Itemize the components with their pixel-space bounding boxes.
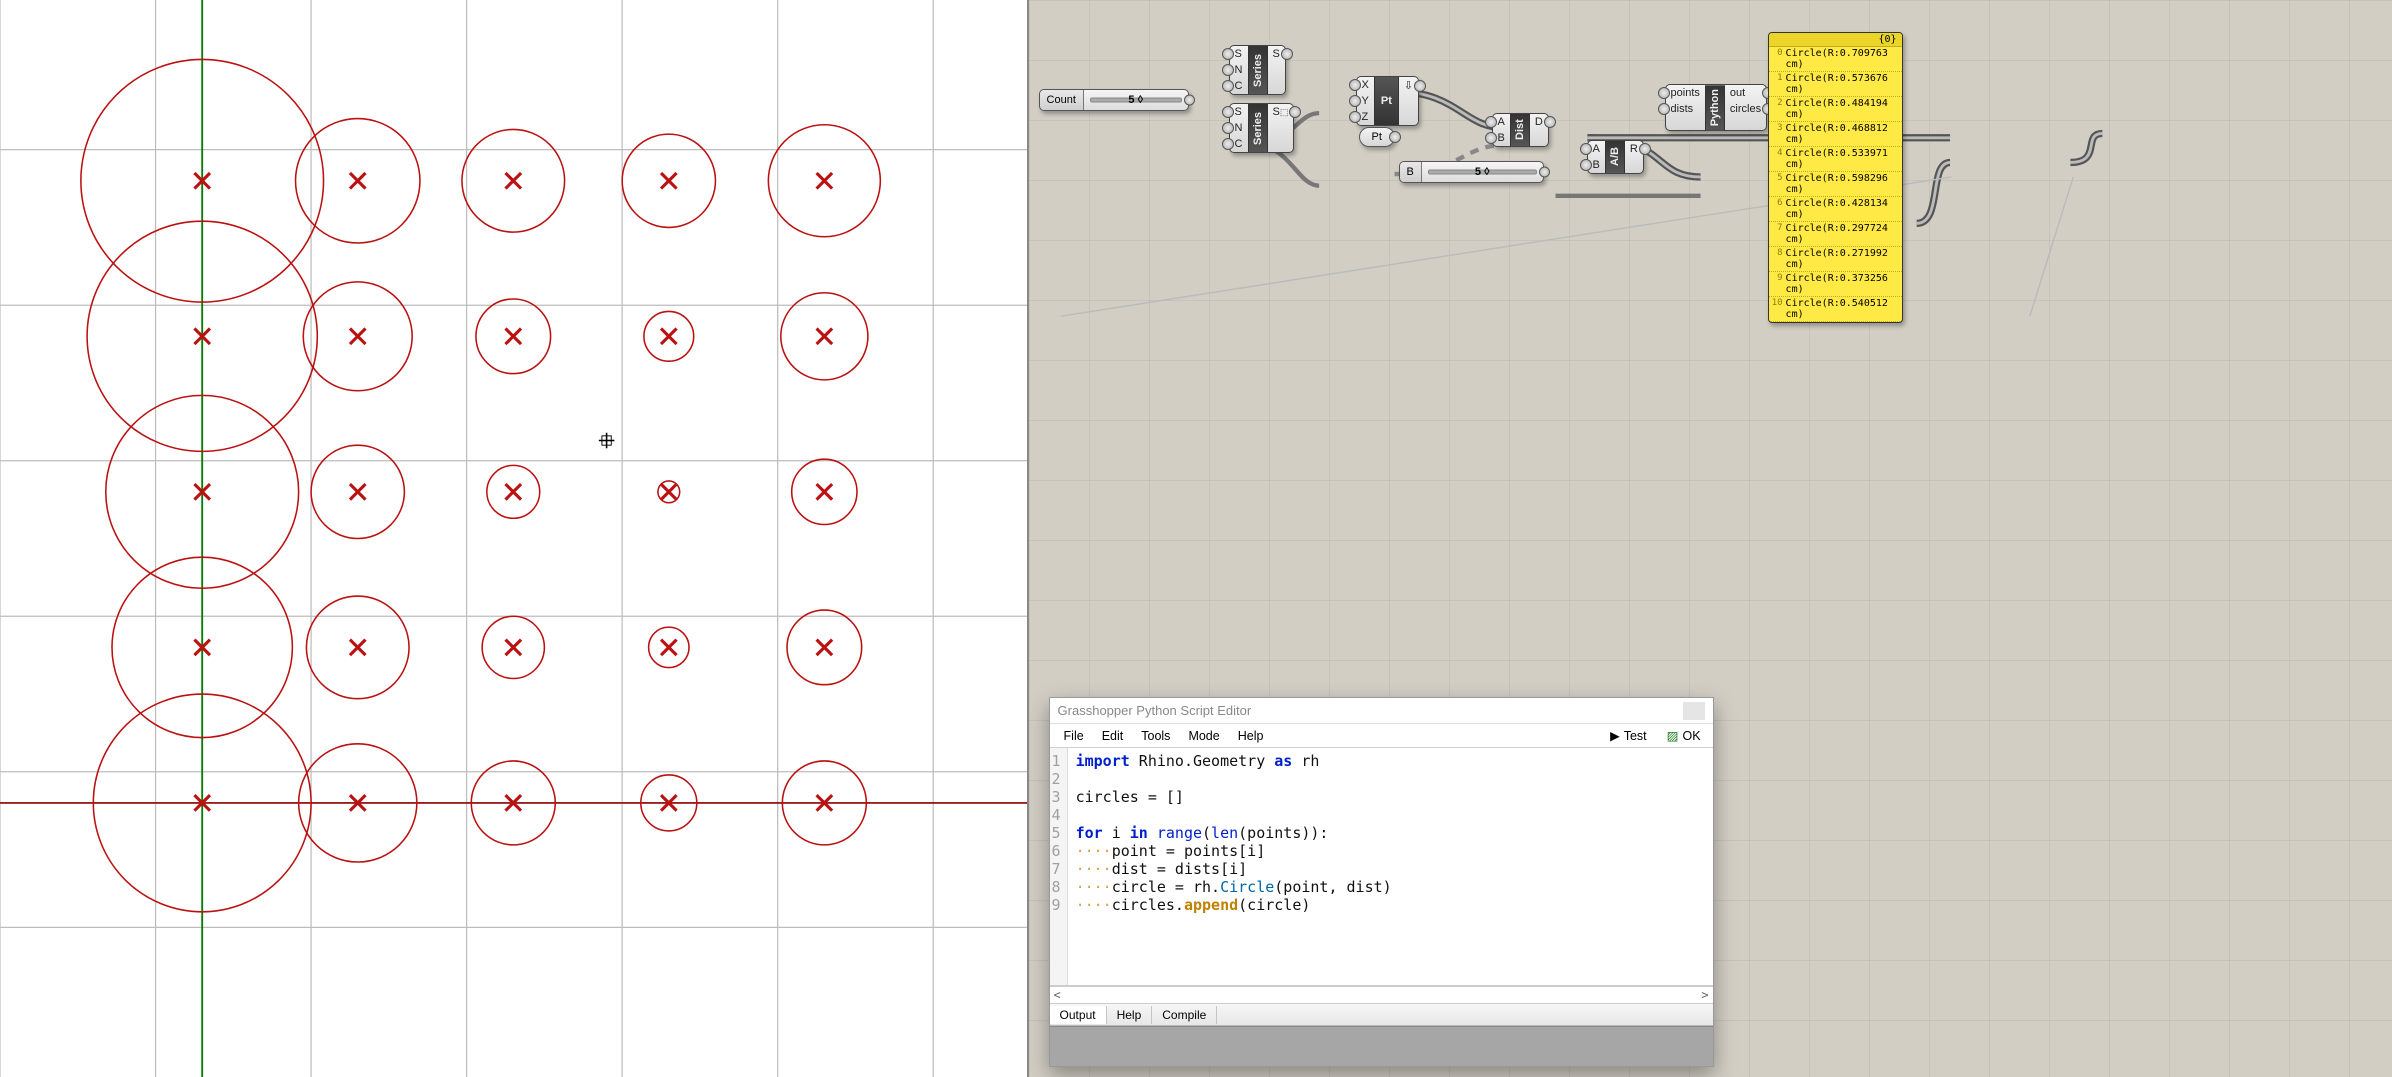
output-port-result[interactable]: ⇩ xyxy=(1399,77,1418,94)
code-line[interactable]: ····circles.append(circle) xyxy=(1076,896,1705,914)
code-editor[interactable]: 123456789 import Rhino.Geometry as rh ci… xyxy=(1050,748,1713,986)
panel-row: 8Circle(R:0.271992 cm) xyxy=(1769,247,1902,272)
input-port-dists[interactable]: dists xyxy=(1666,101,1705,117)
output-port-circles[interactable]: circles xyxy=(1725,101,1766,117)
panel-row: 9Circle(R:0.373256 cm) xyxy=(1769,272,1902,297)
slider-grip-icon[interactable] xyxy=(1539,167,1550,178)
ok-button[interactable]: ▨ OK xyxy=(1661,726,1707,745)
component-series-1[interactable]: SNCSeriesS xyxy=(1229,45,1286,95)
param-point-attractor[interactable]: Pt xyxy=(1359,127,1395,147)
editor-title: Grasshopper Python Script Editor xyxy=(1058,703,1252,718)
output-port-out[interactable]: out xyxy=(1725,85,1766,101)
input-port-A[interactable]: A xyxy=(1493,114,1510,130)
input-port-S[interactable]: S xyxy=(1230,46,1248,62)
component-core: Pt xyxy=(1374,77,1399,125)
rhino-viewport[interactable] xyxy=(0,0,1029,1077)
test-button[interactable]: ▶ Test xyxy=(1604,726,1653,745)
grasshopper-canvas[interactable]: Count 5 ◊ SNCSeriesS SNCSeriesS ⬚ XYZPt⇩… xyxy=(1029,0,2392,1077)
editor-h-scrollbar[interactable]: <> xyxy=(1050,986,1713,1004)
slider-count-label: Count xyxy=(1040,90,1084,110)
bottom-tab-compile[interactable]: Compile xyxy=(1152,1006,1217,1024)
menu-file[interactable]: File xyxy=(1056,727,1092,745)
slider-grip-icon[interactable] xyxy=(1184,95,1195,106)
component-construct-point[interactable]: XYZPt⇩ xyxy=(1356,76,1420,126)
menu-tools[interactable]: Tools xyxy=(1133,727,1178,745)
component-distance[interactable]: ABDistD xyxy=(1492,113,1549,147)
code-line[interactable]: ····point = points[i] xyxy=(1076,842,1705,860)
code-content[interactable]: import Rhino.Geometry as rh circles = []… xyxy=(1068,748,1713,985)
slider-b[interactable]: B 5 ◊ xyxy=(1399,161,1544,183)
code-line[interactable]: import Rhino.Geometry as rh xyxy=(1076,752,1705,770)
component-series-2[interactable]: SNCSeriesS ⬚ xyxy=(1229,103,1295,153)
code-line[interactable] xyxy=(1076,770,1705,788)
input-port-B[interactable]: B xyxy=(1588,157,1605,173)
menu-help[interactable]: Help xyxy=(1230,727,1272,745)
editor-titlebar[interactable]: Grasshopper Python Script Editor xyxy=(1050,698,1713,724)
bottom-tab-output[interactable]: Output xyxy=(1050,1006,1107,1024)
code-line[interactable]: for i in range(len(points)): xyxy=(1076,824,1705,842)
component-core: Python xyxy=(1705,85,1725,130)
python-editor-window[interactable]: Grasshopper Python Script Editor FileEdi… xyxy=(1049,697,1714,1067)
viewport-svg xyxy=(0,0,1027,1077)
output-port-S[interactable]: S ⬚ xyxy=(1268,104,1294,120)
input-port-Y[interactable]: Y xyxy=(1357,93,1374,109)
input-port-B[interactable]: B xyxy=(1493,130,1510,146)
line-gutter: 123456789 xyxy=(1050,748,1068,985)
code-line[interactable]: ····circle = rh.Circle(point, dist) xyxy=(1076,878,1705,896)
bottom-tab-help[interactable]: Help xyxy=(1107,1006,1153,1024)
input-port-C[interactable]: C xyxy=(1230,78,1248,94)
slider-b-label: B xyxy=(1400,162,1422,182)
input-port-points[interactable]: points xyxy=(1666,85,1705,101)
input-port-A[interactable]: A xyxy=(1588,141,1605,157)
component-core: Series xyxy=(1248,46,1268,94)
editor-bottom-tabs: OutputHelpCompile xyxy=(1050,1004,1713,1026)
output-port-S[interactable]: S xyxy=(1268,46,1285,62)
panel-row: 6Circle(R:0.428134 cm) xyxy=(1769,197,1902,222)
component-core: Series xyxy=(1248,104,1268,152)
menu-edit[interactable]: Edit xyxy=(1094,727,1132,745)
output-panel[interactable]: {0}0Circle(R:0.709763 cm)1Circle(R:0.573… xyxy=(1768,32,1903,323)
component-core: A/B xyxy=(1605,141,1625,173)
input-port-S[interactable]: S xyxy=(1230,104,1248,120)
code-line[interactable]: ····dist = dists[i] xyxy=(1076,860,1705,878)
close-icon[interactable] xyxy=(1683,702,1705,720)
input-port-Z[interactable]: Z xyxy=(1357,109,1374,125)
panel-row: 7Circle(R:0.297724 cm) xyxy=(1769,222,1902,247)
component-division[interactable]: ABA/BR xyxy=(1587,140,1644,174)
component-python[interactable]: pointsdistsPythonoutcircles xyxy=(1665,84,1768,131)
input-port-N[interactable]: N xyxy=(1230,62,1248,78)
code-line[interactable]: circles = [] xyxy=(1076,788,1705,806)
check-icon: ▨ xyxy=(1667,728,1679,743)
slider-count[interactable]: Count 5 ◊ xyxy=(1039,89,1189,111)
editor-output-pane xyxy=(1050,1026,1713,1066)
panel-row: 0Circle(R:0.709763 cm) xyxy=(1769,47,1902,72)
panel-row: 1Circle(R:0.573676 cm) xyxy=(1769,72,1902,97)
output-port-D[interactable]: D xyxy=(1530,114,1548,130)
editor-menubar: FileEditToolsModeHelp ▶ Test ▨ OK xyxy=(1050,724,1713,748)
play-icon: ▶ xyxy=(1610,728,1620,743)
panel-row: 5Circle(R:0.598296 cm) xyxy=(1769,172,1902,197)
panel-row: 3Circle(R:0.468812 cm) xyxy=(1769,122,1902,147)
menu-mode[interactable]: Mode xyxy=(1180,727,1227,745)
code-line[interactable] xyxy=(1076,806,1705,824)
input-port-C[interactable]: C xyxy=(1230,136,1248,152)
input-port-N[interactable]: N xyxy=(1230,120,1248,136)
panel-row: 2Circle(R:0.484194 cm) xyxy=(1769,97,1902,122)
input-port-X[interactable]: X xyxy=(1357,77,1374,93)
output-port-R[interactable]: R xyxy=(1625,141,1643,157)
panel-row: 10Circle(R:0.540512 cm) xyxy=(1769,297,1902,322)
panel-row: 4Circle(R:0.533971 cm) xyxy=(1769,147,1902,172)
panel-header: {0} xyxy=(1769,33,1902,47)
component-core: Dist xyxy=(1510,114,1530,146)
